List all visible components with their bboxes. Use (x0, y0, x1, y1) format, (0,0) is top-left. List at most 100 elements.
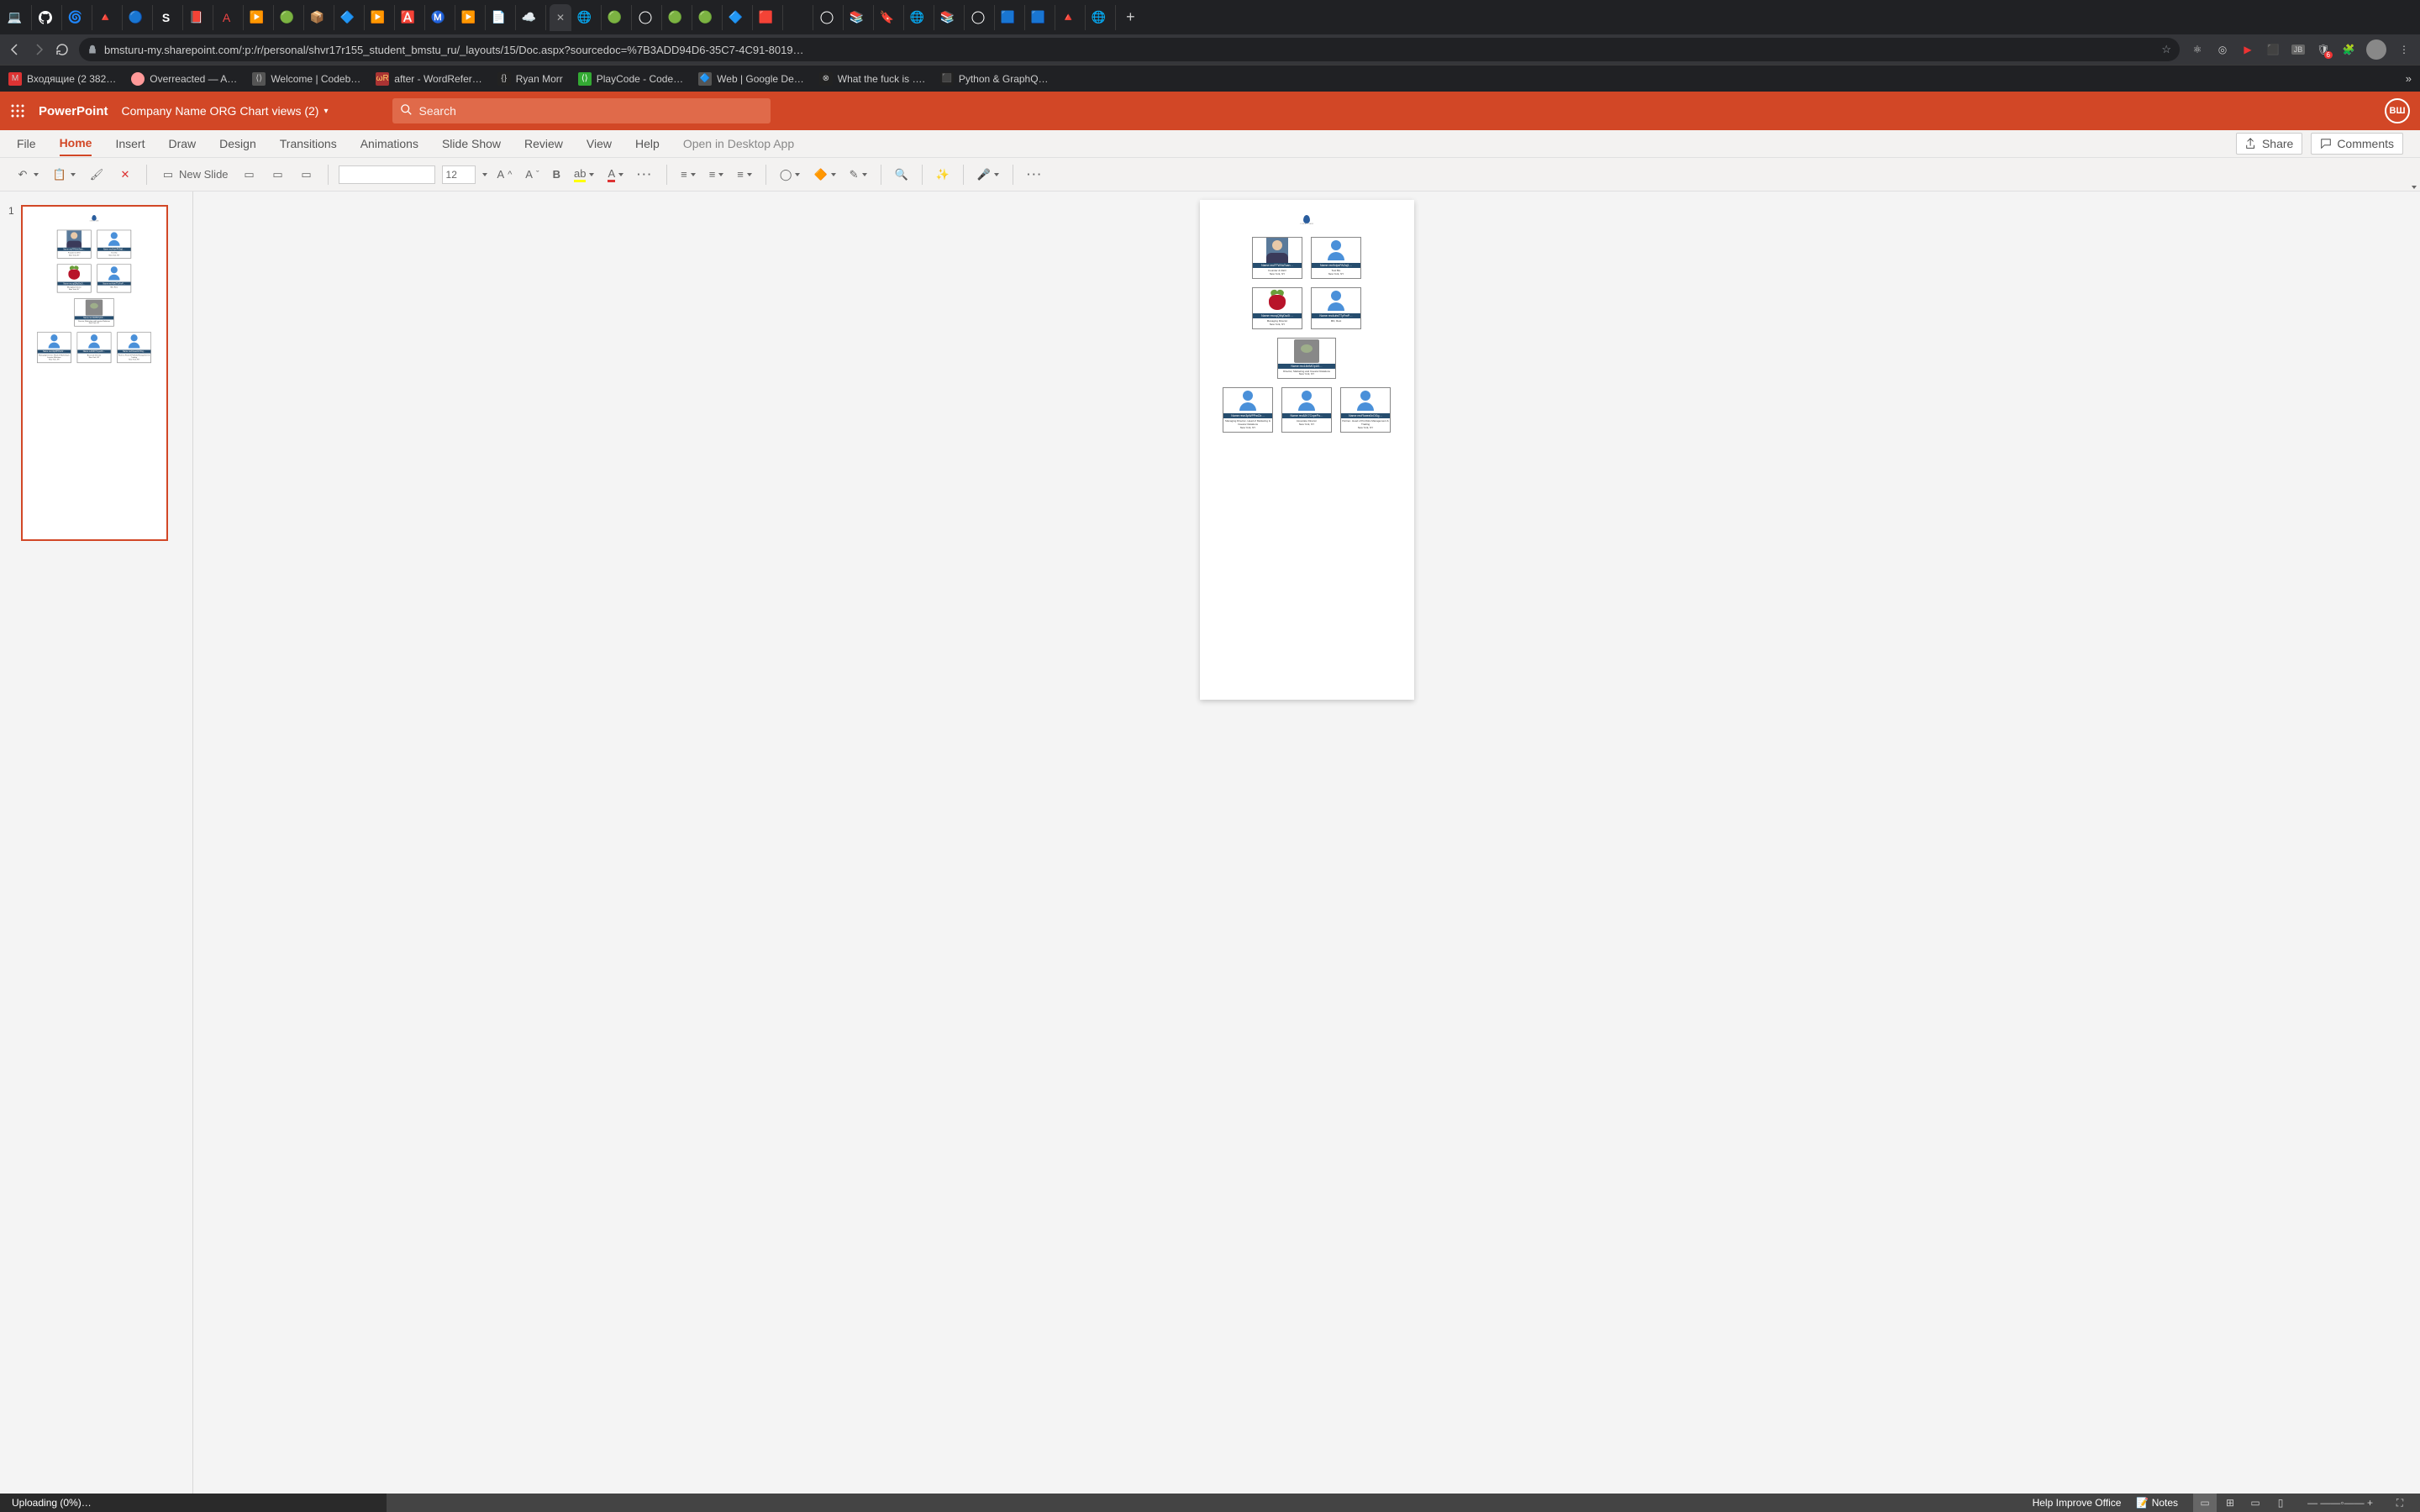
open-in-desktop[interactable]: Open in Desktop App (683, 132, 794, 155)
tab-slideshow[interactable]: Slide Show (442, 132, 501, 155)
bookmark[interactable]: ⊗What the fuck is …. (819, 72, 925, 86)
tab-icon[interactable]: 📕 (187, 5, 213, 30)
highlight-button[interactable]: ab (571, 164, 597, 186)
normal-view-button[interactable]: ▭ (2193, 1494, 2217, 1512)
extension-icon[interactable]: ⬛ (2265, 42, 2281, 57)
address-bar[interactable]: bmsturu-my.sharepoint.com/:p:/r/personal… (79, 38, 2180, 61)
tab-icon[interactable]: 🌀 (66, 5, 92, 30)
slide-button[interactable]: ▭ (296, 164, 318, 186)
designer-button[interactable]: ✨ (933, 165, 953, 185)
shape-outline-button[interactable]: ✎ (846, 165, 871, 185)
bookmark[interactable]: ⟨⟩PlayCode - Code… (578, 72, 683, 86)
slideshow-view-button[interactable]: ▯ (2269, 1494, 2292, 1512)
font-family-select[interactable] (339, 165, 435, 184)
tab-icon[interactable]: S (156, 5, 183, 30)
tab-draw[interactable]: Draw (168, 132, 196, 155)
tab-transitions[interactable]: Transitions (280, 132, 337, 155)
tab-icon[interactable]: 🌐 (575, 5, 602, 30)
bookmark[interactable]: 🔷Web | Google De… (698, 72, 804, 86)
forward-button[interactable] (32, 43, 45, 56)
tab-icon[interactable]: 🌐 (1089, 5, 1116, 30)
bookmarks-overflow[interactable]: » (2406, 72, 2412, 85)
bookmark[interactable]: Overreacted — A… (131, 72, 237, 86)
tab-icon[interactable]: Ⓜ️ (429, 5, 455, 30)
close-icon[interactable]: ✕ (556, 12, 565, 24)
chevron-down-icon[interactable] (482, 173, 487, 176)
bookmark[interactable]: ωRafter - WordRefer… (376, 72, 481, 86)
app-launcher-icon[interactable] (10, 103, 25, 118)
tab-icon[interactable]: 🔺 (96, 5, 123, 30)
tab-icon[interactable]: 🟦 (1028, 5, 1055, 30)
reading-view-button[interactable]: ▭ (2244, 1494, 2267, 1512)
dictate-button[interactable]: 🎤 (974, 165, 1002, 185)
bold-button[interactable]: B (550, 165, 564, 184)
search-box[interactable] (392, 98, 771, 123)
tab-icon[interactable]: 🌐 (908, 5, 934, 30)
comments-button[interactable]: Comments (2311, 133, 2403, 155)
tab-icon[interactable]: ▶️ (247, 5, 274, 30)
tab-icon[interactable]: A (217, 5, 244, 30)
tab-icon[interactable]: 🟢 (666, 5, 692, 30)
undo-button[interactable]: ↶ (12, 164, 42, 186)
tab-file[interactable]: File (17, 132, 36, 155)
tab-icon[interactable]: 🟥 (756, 5, 783, 30)
tab-insert[interactable]: Insert (115, 132, 145, 155)
bookmark-star-icon[interactable]: ☆ (2161, 43, 2171, 56)
paste-button[interactable]: 📋 (49, 164, 79, 186)
bookmark[interactable]: ⬛Python & GraphQ… (940, 72, 1049, 86)
tab-icon[interactable]: 🔖 (877, 5, 904, 30)
tab-view[interactable]: View (587, 132, 612, 155)
browser-menu-icon[interactable]: ⋮ (2396, 42, 2412, 57)
profile-avatar[interactable] (2366, 39, 2386, 60)
user-avatar[interactable]: ВШ (2385, 98, 2410, 123)
tab-icon[interactable]: 🅰️ (398, 5, 425, 30)
active-tab[interactable]: ✕ (550, 4, 571, 31)
extension-icon[interactable]: ▶ (2240, 42, 2255, 57)
tab-icon[interactable]: 📚 (847, 5, 874, 30)
shapes-button[interactable]: ◯ (776, 165, 804, 185)
search-input[interactable] (419, 104, 762, 118)
tab-icon[interactable]: 🔷 (338, 5, 365, 30)
find-button[interactable]: 🔍 (892, 165, 912, 185)
layout-button[interactable]: ▭ (239, 164, 260, 186)
new-slide-button[interactable]: ▭New Slide (157, 164, 232, 186)
tab-icon[interactable] (35, 5, 62, 30)
more-commands[interactable]: ··· (1023, 165, 1046, 184)
tab-icon[interactable]: 🟢 (277, 5, 304, 30)
tab-icon[interactable]: 📦 (308, 5, 334, 30)
delete-button[interactable]: ✕ (114, 164, 136, 186)
tab-review[interactable]: Review (524, 132, 563, 155)
numbering-button[interactable]: ≡ (706, 165, 728, 184)
collapse-ribbon-icon[interactable] (2412, 186, 2417, 189)
font-size-select[interactable]: 12 (442, 165, 476, 184)
tab-icon[interactable]: 🔺 (1059, 5, 1086, 30)
extension-icon[interactable]: 🛡6 (2316, 42, 2331, 57)
zoom-controls[interactable]: — ——◦—— + (2307, 1497, 2373, 1509)
bookmark[interactable]: ⟨⟩Welcome | Codeb… (252, 72, 360, 86)
bookmark[interactable]: MВходящие (2 382… (8, 72, 116, 86)
tab-design[interactable]: Design (219, 132, 256, 155)
back-button[interactable] (8, 43, 22, 56)
help-improve-link[interactable]: Help Improve Office (2033, 1497, 2122, 1509)
tab-icon[interactable]: 🟢 (605, 5, 632, 30)
grow-font-button[interactable]: A^ (494, 165, 516, 184)
tab-icon[interactable]: 🔷 (726, 5, 753, 30)
tab-icon[interactable] (817, 5, 844, 30)
more-font-options[interactable]: ··· (634, 165, 656, 184)
slide-canvas[interactable]: COMPANY NAME Name recFFWVaToan… Founder … (1200, 200, 1414, 700)
font-color-button[interactable]: A (604, 164, 627, 186)
shape-fill-button[interactable]: 🔶 (810, 165, 839, 185)
notes-toggle[interactable]: 📝 Notes (2136, 1497, 2178, 1509)
bullets-button[interactable]: ≡ (677, 165, 699, 184)
tab-icon[interactable]: 🔵 (126, 5, 153, 30)
new-tab-button[interactable]: + (1119, 8, 1142, 26)
tab-help[interactable]: Help (635, 132, 660, 155)
tab-icon[interactable]: 🟦 (998, 5, 1025, 30)
fit-to-window-button[interactable]: ⛶ (2388, 1494, 2412, 1512)
align-button[interactable]: ≡ (734, 165, 755, 184)
extension-icon[interactable]: ⚛ (2190, 42, 2205, 57)
extension-icon[interactable]: ◎ (2215, 42, 2230, 57)
bookmark[interactable]: {}Ryan Morr (497, 72, 563, 86)
share-button[interactable]: Share (2236, 133, 2302, 155)
tab-icon[interactable] (968, 5, 995, 30)
